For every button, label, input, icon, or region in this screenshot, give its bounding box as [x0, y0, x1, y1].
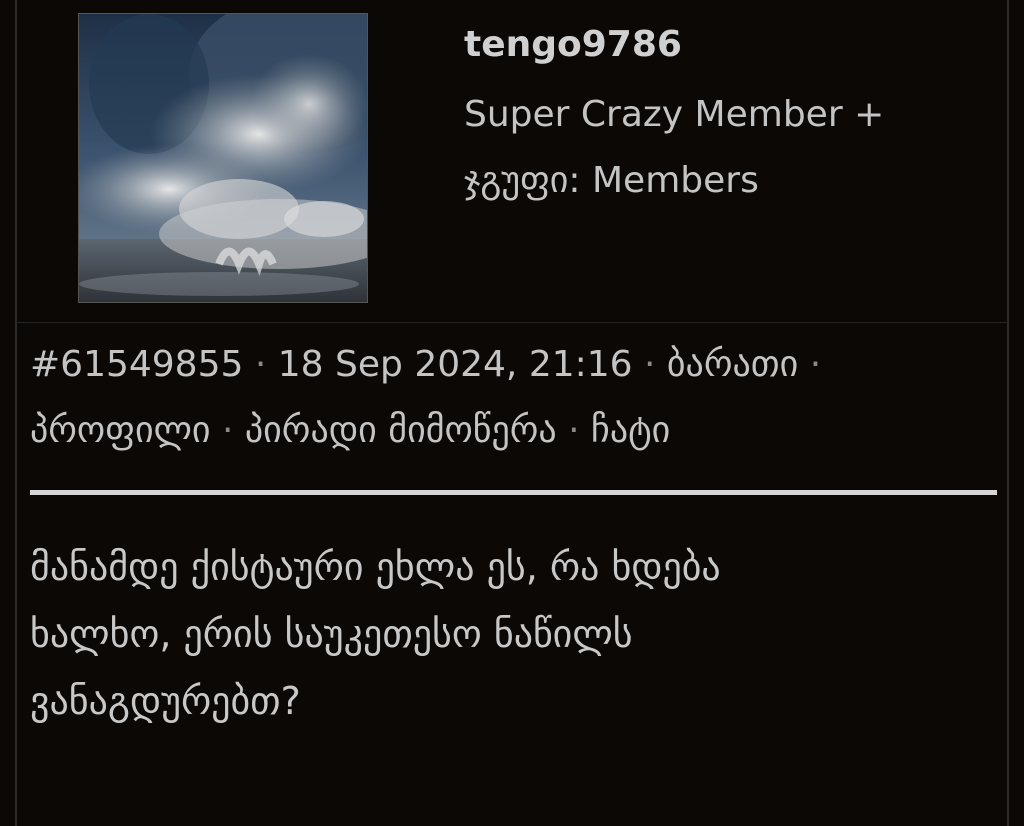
post-body-line: მანამდე ქისტაური ეხლა ეს, რა ხდება [30, 545, 721, 589]
post-id-link[interactable]: #61549855 [30, 344, 243, 385]
meta-separator: · [568, 410, 580, 451]
private-message-link[interactable]: პირადი მიმოწერა [245, 410, 557, 451]
post-datetime: 18 Sep 2024, 21:16 [277, 344, 633, 385]
post-divider [30, 490, 997, 495]
chat-link[interactable]: ჩატი [591, 410, 670, 451]
post-meta-line-1: #61549855 · 18 Sep 2024, 21:16 · ბარათი … [30, 344, 821, 385]
meta-separator: · [221, 410, 234, 451]
profile-link[interactable]: პროფილი [30, 410, 211, 451]
username[interactable]: tengo9786 [464, 24, 682, 65]
meta-separator: · [254, 344, 267, 385]
post-body-line: ხალხო, ერის საუკეთესო ნაწილს [30, 612, 633, 656]
post-body-line: ვანაგდურებთ? [30, 679, 301, 723]
user-group: ჯგუფი: Members [464, 160, 759, 201]
avatar-image [79, 14, 367, 302]
post-body: მანამდე ქისტაური ეხლა ეს, რა ხდება ხალხო… [30, 534, 990, 735]
meta-separator: · [644, 344, 656, 385]
avatar[interactable] [78, 13, 368, 303]
left-border [15, 0, 17, 826]
right-border [1007, 0, 1009, 826]
card-link[interactable]: ბარათი [667, 344, 798, 385]
post-meta-line-2: პროფილი · პირადი მიმოწერა · ჩატი [30, 410, 670, 451]
user-rank: Super Crazy Member + [464, 94, 885, 135]
header-separator [17, 322, 1007, 323]
meta-separator: · [809, 344, 822, 385]
